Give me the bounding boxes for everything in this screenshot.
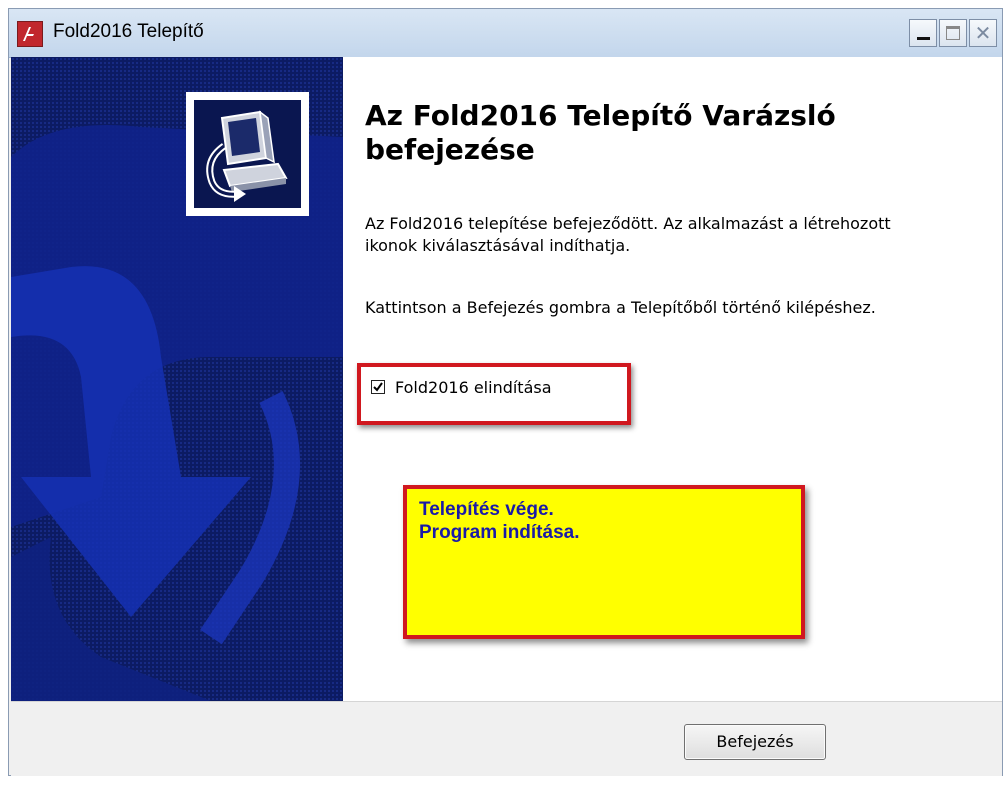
annotation-note: Telepítés vége. Program indítása. bbox=[403, 485, 805, 639]
minimize-icon[interactable] bbox=[909, 19, 937, 47]
annotation-line-2: Program indítása. bbox=[419, 522, 580, 543]
installer-computer-icon bbox=[186, 92, 309, 216]
page-title: Az Fold2016 Telepítő Varázsló befejezése bbox=[365, 99, 836, 166]
button-bar: Befejezés bbox=[11, 701, 1002, 776]
exit-instruction: Kattintson a Befejezés gombra a Telepítő… bbox=[365, 298, 876, 317]
fold2016-app-icon bbox=[17, 21, 43, 47]
wizard-banner bbox=[11, 57, 343, 701]
window-title: Fold2016 Telepítő bbox=[53, 21, 204, 42]
checkbox-highlight-frame bbox=[357, 363, 631, 425]
wizard-content: Az Fold2016 Telepítő Varázsló befejezése… bbox=[343, 57, 1002, 701]
close-icon[interactable]: ✕ bbox=[969, 19, 997, 47]
completion-message: Az Fold2016 telepítése befejeződött. Az … bbox=[365, 214, 891, 255]
annotation-line-1: Telepítés vége. bbox=[419, 499, 554, 520]
title-bar[interactable]: Fold2016 Telepítő ✕ bbox=[9, 9, 1002, 58]
finish-button[interactable]: Befejezés bbox=[684, 724, 826, 760]
maximize-icon[interactable] bbox=[939, 19, 967, 47]
installer-window: Fold2016 Telepítő ✕ Az Fold2016 Telepítő… bbox=[8, 8, 1003, 776]
